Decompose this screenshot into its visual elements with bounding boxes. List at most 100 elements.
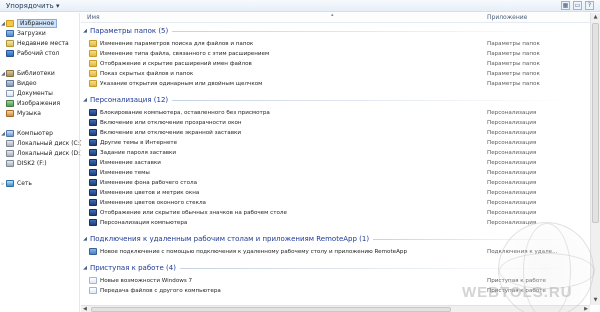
nav-libraries-label: Библиотеки	[17, 70, 55, 77]
nav-favorites[interactable]: ◢ Избранное	[0, 19, 58, 28]
scrollbar-thumb[interactable]	[91, 307, 451, 312]
item-name[interactable]: Новые возможности Windows 7	[100, 278, 192, 284]
nav-disk-d-label: Локальный диск (D:)	[17, 150, 83, 157]
nav-disk-d[interactable]: Локальный диск (D:)	[6, 149, 83, 158]
list-item[interactable]: Изменение фона рабочего стола Персонализ…	[81, 178, 590, 187]
list-item[interactable]: Отображение или скрытие обычных значков …	[81, 208, 590, 217]
help-icon[interactable]: ?	[585, 1, 594, 10]
column-type-header[interactable]: Приложение	[487, 14, 527, 21]
personalization-icon	[89, 209, 97, 216]
collapse-arrow-icon[interactable]: ◢	[82, 28, 88, 34]
list-item[interactable]: Другие темы в Интернете Персонализация	[81, 138, 590, 147]
item-name[interactable]: Включение или отключение экранной застав…	[100, 130, 241, 136]
item-name[interactable]: Изменение цветов оконного стекла	[100, 200, 206, 206]
organize-button[interactable]: Упорядочить ▾	[6, 2, 60, 10]
nav-disk-c-label: Локальный диск (C:)	[17, 140, 83, 147]
item-type: Персонализация	[487, 189, 537, 196]
collapse-arrow-icon[interactable]: ◢	[82, 97, 88, 103]
list-item[interactable]: Включение или отключение прозрачности ок…	[81, 118, 590, 127]
collapse-arrow-icon[interactable]: ◢	[82, 265, 88, 271]
collapse-arrow-icon[interactable]: ◢	[82, 236, 88, 242]
nav-computer-label: Компьютер	[17, 130, 53, 137]
list-item[interactable]: Изменение цветов оконного стекла Персона…	[81, 198, 590, 207]
preview-pane-icon[interactable]: ▭	[573, 1, 582, 10]
folder-options-icon	[89, 80, 97, 87]
scroll-right-icon[interactable]: ▶	[584, 306, 588, 312]
nav-downloads[interactable]: Загрузки	[6, 29, 46, 38]
list-item[interactable]: Изменение темы Персонализация	[81, 168, 590, 177]
nav-pictures[interactable]: Изображения	[6, 99, 60, 108]
item-type: Персонализация	[487, 169, 537, 176]
list-item[interactable]: Показ скрытых файлов и папок Параметры п…	[81, 69, 590, 78]
nav-disk-f-label: DISK2 (F:)	[17, 160, 47, 167]
scroll-left-icon[interactable]: ◀	[83, 306, 87, 312]
group-folder-options[interactable]: ◢ Параметры папок (5)	[81, 26, 590, 36]
nav-documents-label: Документы	[17, 90, 53, 97]
item-type: Персонализация	[487, 149, 537, 156]
item-name[interactable]: Новое подключение с помощью подключения …	[100, 249, 407, 255]
nav-favorites-label: Избранное	[17, 19, 58, 28]
item-type: Параметры папок	[487, 50, 540, 57]
personalization-icon	[89, 199, 97, 206]
item-type: Персонализация	[487, 139, 537, 146]
item-name[interactable]: Блокирование компьютера, оставленного бе…	[100, 110, 270, 116]
list-item[interactable]: Персонализация компьютера Персонализация	[81, 218, 590, 227]
item-name[interactable]: Отображение или скрытие обычных значков …	[100, 210, 287, 216]
downloads-icon	[6, 30, 14, 37]
item-name[interactable]: Изменение фона рабочего стола	[100, 180, 197, 186]
group-title: Параметры папок (5)	[90, 27, 169, 35]
personalization-icon	[89, 149, 97, 156]
list-item[interactable]: Изменение заставки Персонализация	[81, 158, 590, 167]
scroll-down-icon[interactable]: ▼	[591, 296, 600, 305]
list-item[interactable]: Включение или отключение экранной застав…	[81, 128, 590, 137]
nav-music[interactable]: Музыка	[6, 109, 41, 118]
video-icon	[6, 80, 14, 87]
item-name[interactable]: Включение или отключение прозрачности ок…	[100, 120, 242, 126]
scroll-up-icon[interactable]: ▲	[591, 13, 600, 22]
getting-started-icon	[89, 277, 97, 284]
navigation-pane: ◢ Избранное Загрузки Недавние места Рабо…	[0, 13, 83, 312]
group-title: Персонализация (12)	[90, 96, 169, 104]
list-item[interactable]: Указание открытия одинарным или двойным …	[81, 79, 590, 88]
watermark: WEBTOLS.RU	[462, 284, 573, 301]
item-name[interactable]: Изменение типа файла, связанного с этим …	[100, 51, 269, 57]
column-name-header[interactable]: Имя	[87, 14, 100, 21]
item-name[interactable]: Изменение цветов и метрик окна	[100, 190, 199, 196]
list-item[interactable]: Отображение и скрытие расширений имен фа…	[81, 59, 590, 68]
nav-documents[interactable]: Документы	[6, 89, 53, 98]
nav-disk-c[interactable]: Локальный диск (C:)	[6, 139, 82, 148]
personalization-icon	[89, 129, 97, 136]
item-name[interactable]: Другие темы в Интернете	[100, 140, 177, 146]
nav-recent-places[interactable]: Недавние места	[6, 39, 69, 48]
view-icon[interactable]: ▦	[561, 1, 570, 10]
group-personalization[interactable]: ◢ Персонализация (12)	[81, 95, 590, 105]
list-item[interactable]: Задание пароля заставки Персонализация	[81, 148, 590, 157]
list-item[interactable]: Изменение цветов и метрик окна Персонали…	[81, 188, 590, 197]
nav-network[interactable]: ▹ Сеть	[0, 179, 32, 188]
music-icon	[6, 110, 14, 117]
item-name[interactable]: Персонализация компьютера	[100, 220, 187, 226]
nav-computer[interactable]: ◢ Компьютер	[0, 129, 53, 138]
item-name[interactable]: Задание пароля заставки	[100, 150, 176, 156]
group-title: Приступая к работе (4)	[90, 264, 176, 272]
item-name[interactable]: Изменение темы	[100, 170, 150, 176]
list-item[interactable]: Изменение параметров поиска для файлов и…	[81, 39, 590, 48]
item-name[interactable]: Изменение параметров поиска для файлов и…	[100, 41, 253, 47]
nav-video-label: Видео	[17, 80, 37, 87]
item-name[interactable]: Изменение заставки	[100, 160, 161, 166]
nav-libraries[interactable]: ◢ Библиотеки	[0, 69, 55, 78]
item-type: Персонализация	[487, 109, 537, 116]
list-item[interactable]: Изменение типа файла, связанного с этим …	[81, 49, 590, 58]
scrollbar-thumb[interactable]	[592, 23, 599, 223]
item-name[interactable]: Показ скрытых файлов и папок	[100, 71, 193, 77]
nav-video[interactable]: Видео	[6, 79, 37, 88]
item-name[interactable]: Отображение и скрытие расширений имен фа…	[100, 61, 252, 67]
list-item[interactable]: Блокирование компьютера, оставленного бе…	[81, 108, 590, 117]
folder-options-icon	[89, 50, 97, 57]
item-name[interactable]: Передача файлов с другого компьютера	[100, 288, 221, 294]
nav-disk-f[interactable]: DISK2 (F:)	[6, 159, 47, 168]
item-type: Персонализация	[487, 199, 537, 206]
sort-arrow-icon: ▴	[331, 12, 334, 18]
nav-desktop[interactable]: Рабочий стол	[6, 49, 59, 58]
item-name[interactable]: Указание открытия одинарным или двойным …	[100, 81, 262, 87]
